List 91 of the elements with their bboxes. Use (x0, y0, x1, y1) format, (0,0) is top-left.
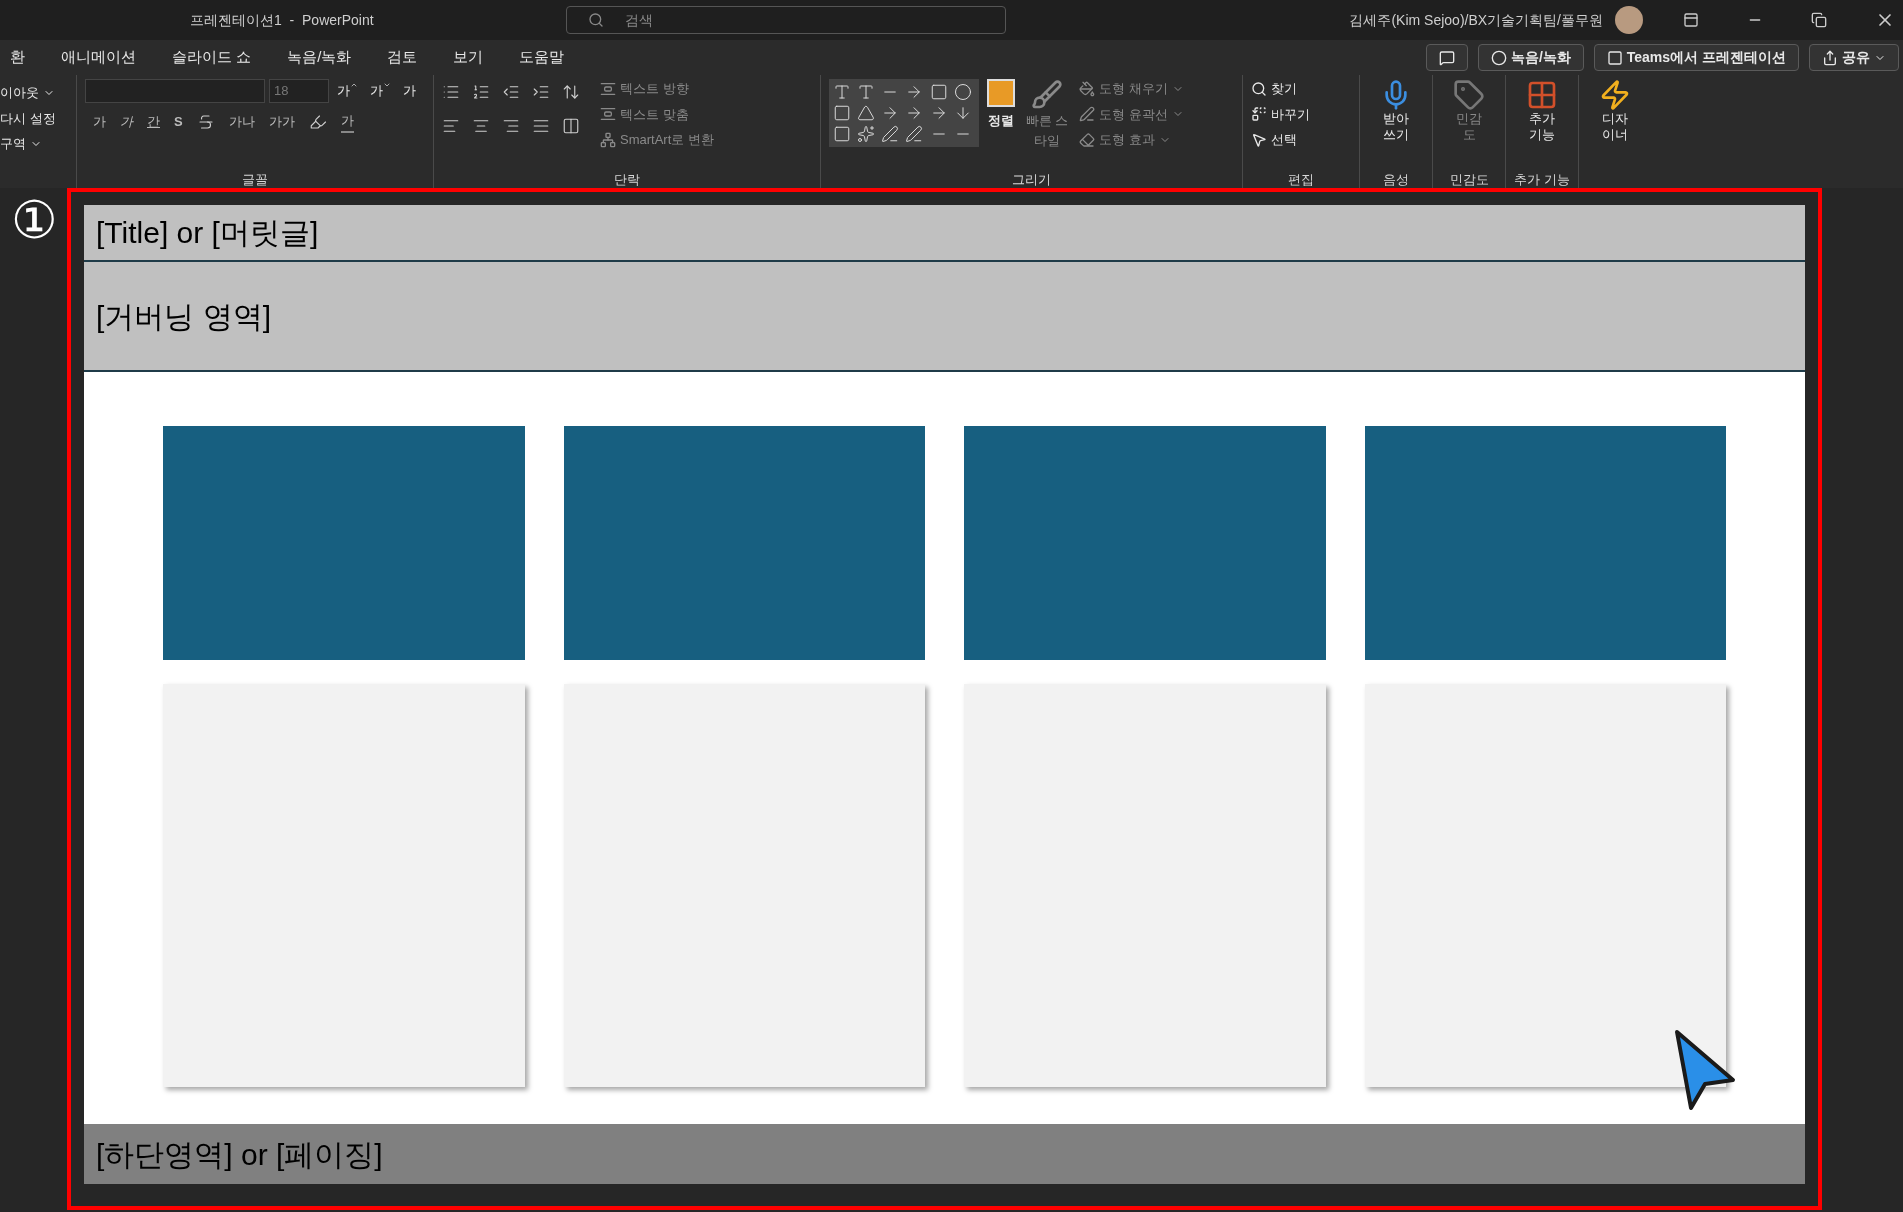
shape-icon[interactable] (833, 83, 851, 101)
effects-icon (1079, 131, 1095, 148)
shape-icon[interactable] (857, 104, 876, 122)
comment-icon (1438, 49, 1455, 66)
shape-icon[interactable] (905, 125, 924, 143)
cursor-icon (1673, 1028, 1737, 1112)
restore-icon[interactable] (1811, 12, 1827, 28)
menu-tab[interactable]: 도움말 (501, 40, 583, 75)
tag-icon (1453, 79, 1485, 111)
font-family-field[interactable] (85, 79, 265, 103)
outline-icon (1079, 106, 1095, 123)
indent-icon[interactable] (532, 83, 550, 101)
format-button[interactable]: 간 (147, 112, 160, 132)
slide-menu-item[interactable]: 다시 설정 (0, 108, 68, 128)
replace-button[interactable]: 바꾸기 (1251, 104, 1310, 124)
brush-icon (1031, 79, 1063, 111)
group-label: 글꼴 (242, 172, 268, 188)
footer-text: [하단영역] or [페이징] (96, 1136, 383, 1173)
shape-icon[interactable] (953, 83, 972, 101)
arrange-button[interactable]: 정렬 (987, 79, 1015, 131)
avatar[interactable] (1615, 6, 1643, 34)
replace-icon (1251, 106, 1267, 123)
voice-button[interactable]: 받아 쓰기 (1368, 79, 1424, 143)
group-label: 추가 기능 (1514, 172, 1570, 188)
align-text-icon (600, 106, 616, 123)
arrange-icon (987, 79, 1015, 107)
shape-icon[interactable] (881, 125, 900, 143)
slide-menu-item[interactable]: 구역 (0, 134, 68, 154)
clear-format-button[interactable]: 가 (399, 81, 420, 101)
grid-icon (1526, 79, 1558, 111)
format-button[interactable]: 가 (93, 112, 106, 132)
header-text: [Title] or [머릿글] (96, 215, 319, 251)
menu-tab[interactable]: 보기 (435, 40, 502, 75)
shape-icon[interactable] (929, 83, 948, 101)
align-center-icon[interactable] (472, 117, 490, 135)
shape-gallery[interactable] (829, 79, 979, 147)
share-button[interactable]: 공유 (1809, 44, 1899, 71)
shape-icon[interactable] (857, 125, 876, 143)
bullets-icon[interactable] (442, 83, 460, 101)
menu-tab[interactable]: 녹음/녹화 (269, 40, 370, 75)
justify-icon[interactable] (532, 117, 550, 135)
format-button[interactable]: S (174, 112, 183, 132)
slide-menu-item[interactable]: 이아웃 (0, 83, 68, 103)
smartart-icon (600, 131, 616, 148)
search-field[interactable]: 검색 (566, 6, 1006, 34)
font-size-field[interactable]: 18 (269, 79, 329, 103)
fill-icon (1079, 80, 1095, 97)
group-label: 민감도 (1449, 172, 1489, 188)
shape-icon[interactable] (833, 104, 851, 122)
numbering-icon[interactable] (472, 83, 490, 101)
select-button[interactable]: 선택 (1251, 130, 1297, 150)
shrink-font-button[interactable]: 가 (366, 81, 395, 101)
record-icon (1490, 49, 1507, 66)
window-title: 프레젠테이션1 - PowerPoint (190, 10, 375, 30)
format-button[interactable]: 가 (120, 112, 133, 132)
spacing-button[interactable]: 가나 (228, 112, 255, 132)
align-right-icon[interactable] (502, 117, 520, 135)
record-button[interactable]: 녹음/녹화 (1477, 44, 1584, 71)
menu-tab[interactable]: 애니메이션 (43, 40, 154, 75)
lightning-icon (1599, 79, 1631, 111)
step-number: ① (9, 192, 59, 248)
governance-text: [거버닝 영역] (96, 298, 271, 335)
group-label: 그리기 (1012, 172, 1051, 188)
shape-icon[interactable] (857, 83, 876, 101)
menu-tab[interactable]: 검토 (369, 40, 436, 75)
columns-icon[interactable] (562, 117, 580, 135)
designer-button[interactable]: 디자이너 (1587, 79, 1643, 143)
find-button[interactable]: 찾기 (1251, 79, 1297, 99)
share-icon (1822, 49, 1838, 66)
group-label: 단락 (614, 172, 640, 188)
case-button[interactable]: 가가 (268, 112, 295, 132)
grow-font-button[interactable]: 가 (333, 81, 362, 101)
ribbon-display-icon[interactable] (1683, 12, 1699, 28)
group-label: 음성 (1383, 172, 1409, 188)
menu-tab[interactable]: 환 (0, 40, 43, 75)
text-direction-icon (600, 80, 616, 97)
comment-button[interactable] (1425, 44, 1468, 71)
font-color-button[interactable]: 가 (340, 111, 354, 133)
line-spacing-icon[interactable] (562, 83, 580, 101)
addins-button[interactable]: 추가 기능 (1514, 79, 1570, 143)
shape-icon[interactable] (833, 125, 851, 143)
search-icon (588, 12, 604, 28)
align-left-icon[interactable] (442, 117, 460, 135)
search-icon (1251, 80, 1267, 97)
user-name: 김세주(Kim Sejoo)/BX기술기획팀/풀무원 (1349, 10, 1603, 30)
highlighter-icon[interactable] (308, 112, 327, 131)
outdent-icon[interactable] (502, 83, 520, 101)
menu-tab[interactable]: 슬라이드 쇼 (154, 40, 270, 75)
group-label: 편집 (1288, 172, 1314, 188)
teams-button[interactable]: Teams에서 프레젠테이션 (1593, 44, 1799, 71)
pointer-icon (1251, 131, 1267, 148)
